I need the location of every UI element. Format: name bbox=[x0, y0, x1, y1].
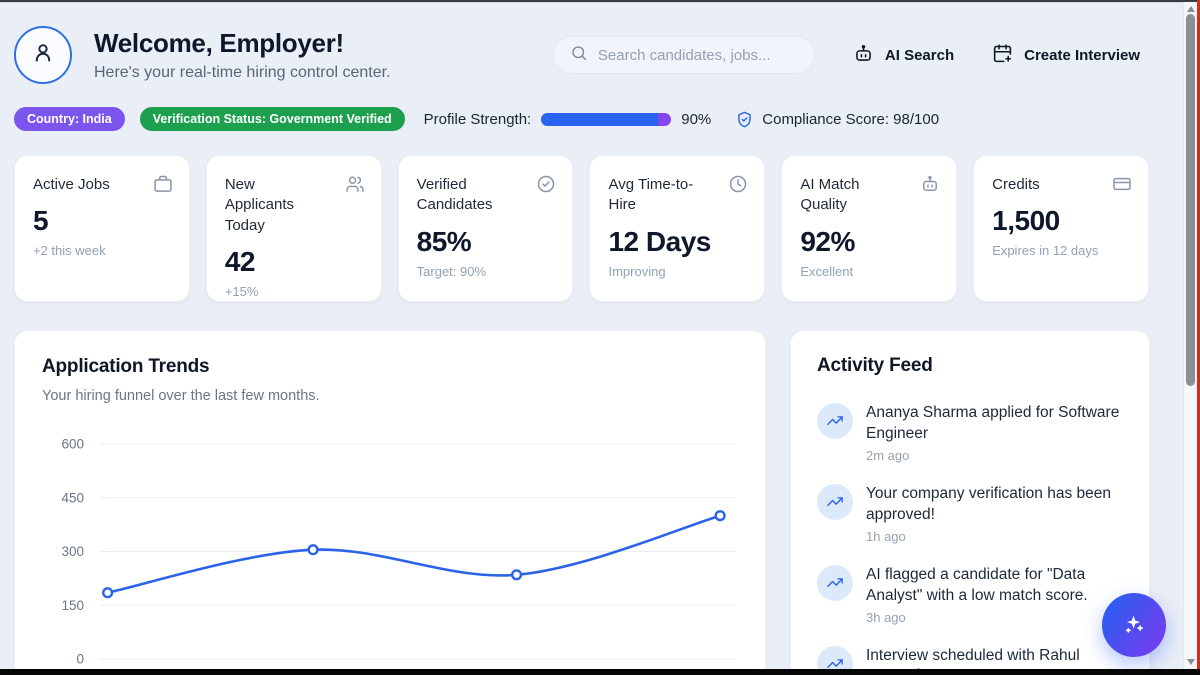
stat-cards-row: Active Jobs 5 +2 this week New Applicants T… bbox=[14, 155, 1149, 302]
profile-strength-label: Profile Strength: bbox=[424, 111, 532, 128]
activity-time: 2m ago bbox=[866, 448, 1123, 463]
activity-text: Ananya Sharma applied for Software Engin… bbox=[866, 403, 1123, 445]
stat-card-credits: Credits 1,500 Expires in 12 days bbox=[973, 155, 1149, 302]
check-circle-icon bbox=[536, 174, 556, 194]
ai-search-label: AI Search bbox=[885, 47, 954, 64]
page-subtitle: Here's your real-time hiring control cen… bbox=[94, 64, 391, 82]
stat-label: Active Jobs bbox=[33, 175, 132, 195]
scroll-down-arrow-icon[interactable] bbox=[1187, 659, 1195, 665]
activity-time: 3h ago bbox=[866, 610, 1123, 625]
stat-label: New Applicants Today bbox=[225, 175, 324, 236]
profile-strength-bar bbox=[541, 113, 671, 126]
credit-card-icon bbox=[1112, 174, 1132, 194]
stat-card-verified-candidates: Verified Candidates 85% Target: 90% bbox=[398, 155, 574, 302]
briefcase-icon bbox=[153, 174, 173, 194]
header-actions: AI Search Create Interview bbox=[553, 36, 1140, 74]
country-badge: Country: India bbox=[14, 107, 125, 131]
activity-text: Your company verification has been appro… bbox=[866, 484, 1123, 526]
frame-top-edge-highlight bbox=[0, 2, 1200, 3]
ai-search-button[interactable]: AI Search bbox=[853, 43, 954, 68]
svg-text:450: 450 bbox=[61, 490, 84, 505]
activity-title: Activity Feed bbox=[817, 355, 1123, 377]
user-icon bbox=[30, 40, 56, 71]
activity-item: Your company verification has been appro… bbox=[817, 484, 1123, 544]
clock-icon bbox=[728, 174, 748, 194]
frame-bottom-edge bbox=[0, 669, 1200, 675]
stat-subtext: Expires in 12 days bbox=[992, 243, 1130, 258]
ai-assistant-fab[interactable] bbox=[1102, 593, 1166, 657]
stat-label: AI Match Quality bbox=[800, 175, 899, 216]
scroll-up-arrow-icon[interactable] bbox=[1187, 6, 1195, 12]
stat-card-avg-time-to-hire: Avg Time-to-Hire 12 Days Improving bbox=[589, 155, 765, 302]
stat-label: Avg Time-to-Hire bbox=[608, 175, 707, 216]
stat-label: Credits bbox=[992, 175, 1091, 195]
stat-value: 1,500 bbox=[992, 205, 1130, 237]
stat-subtext: Excellent bbox=[800, 264, 938, 279]
trending-up-icon bbox=[817, 403, 853, 439]
search-icon bbox=[570, 44, 588, 67]
create-interview-button[interactable]: Create Interview bbox=[992, 43, 1140, 68]
stat-value: 5 bbox=[33, 205, 171, 237]
search-box[interactable] bbox=[553, 36, 815, 74]
svg-text:150: 150 bbox=[61, 598, 84, 613]
calendar-plus-icon bbox=[992, 43, 1013, 68]
bot-icon bbox=[920, 174, 940, 194]
stat-value: 12 Days bbox=[608, 226, 746, 258]
svg-text:0: 0 bbox=[76, 652, 84, 667]
status-bar: Country: India Verification Status: Gove… bbox=[14, 107, 939, 131]
header: Welcome, Employer! Here's your real-time… bbox=[14, 26, 1140, 84]
stat-value: 85% bbox=[417, 226, 555, 258]
dashboard-page: Welcome, Employer! Here's your real-time… bbox=[0, 0, 1200, 675]
search-input[interactable] bbox=[598, 47, 798, 64]
trends-line-chart: 600 450 300 150 0 bbox=[42, 428, 740, 675]
welcome-block: Welcome, Employer! Here's your real-time… bbox=[14, 26, 391, 84]
activity-list: Ananya Sharma applied for Software Engin… bbox=[817, 403, 1123, 675]
stat-subtext: +15% bbox=[225, 284, 363, 299]
activity-item: Ananya Sharma applied for Software Engin… bbox=[817, 403, 1123, 463]
activity-item: AI flagged a candidate for "Data Analyst… bbox=[817, 565, 1123, 625]
verification-badge: Verification Status: Government Verified bbox=[140, 107, 405, 131]
shield-check-icon bbox=[735, 110, 754, 129]
stat-value: 92% bbox=[800, 226, 938, 258]
scrollbar-thumb[interactable] bbox=[1186, 14, 1195, 386]
svg-text:600: 600 bbox=[61, 437, 84, 452]
trending-up-icon bbox=[817, 565, 853, 601]
compliance-score: Compliance Score: 98/100 bbox=[762, 111, 939, 128]
create-interview-label: Create Interview bbox=[1024, 47, 1140, 64]
stat-value: 42 bbox=[225, 246, 363, 278]
profile-strength-value: 90% bbox=[681, 111, 711, 128]
main-content: Application Trends Your hiring funnel ov… bbox=[14, 330, 1150, 675]
trending-up-icon bbox=[817, 484, 853, 520]
avatar[interactable] bbox=[14, 26, 72, 84]
svg-text:300: 300 bbox=[61, 544, 84, 559]
trends-title: Application Trends bbox=[42, 356, 738, 378]
sparkles-icon bbox=[1120, 610, 1148, 641]
page-title: Welcome, Employer! bbox=[94, 28, 391, 59]
stat-subtext: Improving bbox=[608, 264, 746, 279]
application-trends-card: Application Trends Your hiring funnel ov… bbox=[14, 330, 766, 675]
stat-subtext: Target: 90% bbox=[417, 264, 555, 279]
stat-card-ai-match-quality: AI Match Quality 92% Excellent bbox=[781, 155, 957, 302]
stat-label: Verified Candidates bbox=[417, 175, 516, 216]
users-icon bbox=[345, 174, 365, 194]
stat-card-active-jobs: Active Jobs 5 +2 this week bbox=[14, 155, 190, 302]
activity-time: 1h ago bbox=[866, 529, 1123, 544]
stat-card-new-applicants-today: New Applicants Today 42 +15% bbox=[206, 155, 382, 302]
bot-icon bbox=[853, 43, 874, 68]
stat-subtext: +2 this week bbox=[33, 243, 171, 258]
scrollbar[interactable] bbox=[1183, 2, 1197, 669]
trends-subtitle: Your hiring funnel over the last few mon… bbox=[42, 388, 738, 404]
activity-feed-card: Activity Feed Ananya Sharma applied for … bbox=[790, 330, 1150, 675]
activity-text: AI flagged a candidate for "Data Analyst… bbox=[866, 565, 1123, 607]
